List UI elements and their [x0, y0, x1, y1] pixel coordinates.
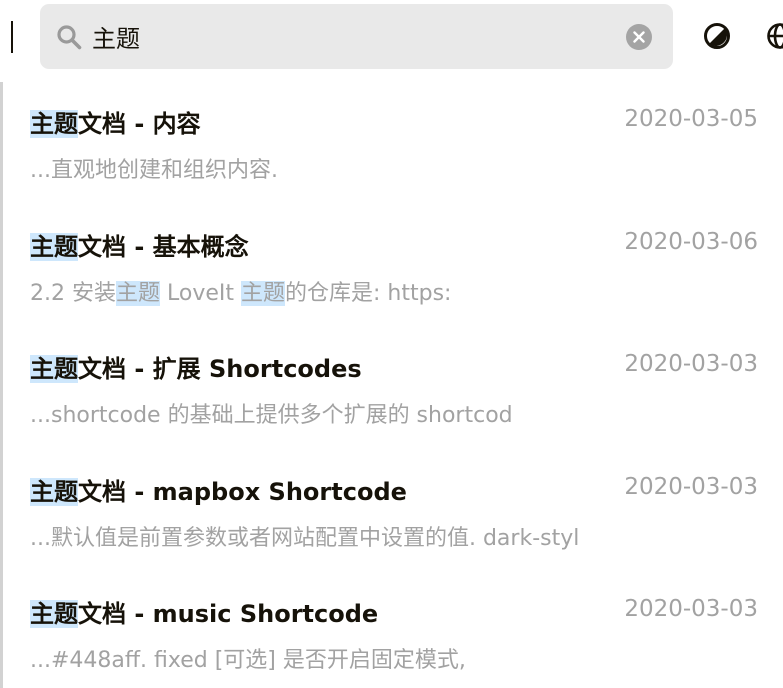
snippet-text: LoveIt: [160, 280, 241, 306]
result-date: 2020-03-03: [624, 596, 758, 622]
result-title: 主题文档 - 内容: [30, 104, 201, 139]
search-results-dropdown: 主题文档 - 内容 2020-03-05 ...直观地创建和组织内容. 主题文档 - …: [0, 82, 783, 688]
title-highlight: 主题: [30, 477, 78, 506]
result-snippet: 2.2 安装主题 LoveIt 主题的仓库是: https:: [30, 275, 451, 307]
snippet-text: ...默认值是前置参数或者网站配置中设置的值. dark-styl: [30, 525, 580, 551]
result-title: 主题文档 - music Shortcode: [30, 594, 378, 629]
title-text: 文档 - 基本概念: [78, 232, 249, 261]
language-button[interactable]: [766, 22, 783, 50]
search-result-item[interactable]: 主题文档 - 内容 2020-03-05 ...直观地创建和组织内容.: [30, 82, 765, 192]
header-bar: [0, 0, 783, 82]
close-icon: [633, 31, 645, 43]
result-title: 主题文档 - mapbox Shortcode: [30, 472, 407, 507]
search-result-item[interactable]: 主题文档 - 基本概念 2020-03-06 2.2 安装主题 LoveIt 主题的…: [30, 205, 765, 315]
search-box[interactable]: [40, 4, 673, 69]
title-text: 文档 - 扩展 Shortcodes: [78, 355, 362, 383]
text-cursor: [11, 21, 13, 53]
snippet-text: 2.2 安装: [30, 280, 116, 306]
result-title: 主题文档 - 基本概念: [30, 227, 249, 262]
title-highlight: 主题: [30, 110, 78, 138]
search-result-item[interactable]: 主题文档 - mapbox Shortcode 2020-03-03 ...默认值是…: [30, 450, 765, 560]
result-snippet: ...shortcode 的基础上提供多个扩展的 shortcod: [30, 397, 513, 429]
theme-toggle-button[interactable]: [703, 22, 731, 50]
snippet-highlight: 主题: [241, 280, 286, 306]
title-highlight: 主题: [30, 600, 78, 628]
result-date: 2020-03-06: [624, 228, 758, 255]
snippet-text: ...shortcode 的基础上提供多个扩展的 shortcod: [30, 403, 513, 428]
snippet-text: ...#448aff. fixed [可选] 是否开启固定模式,: [30, 648, 466, 673]
theme-toggle-icon: [704, 23, 730, 49]
title-text: 文档 - mapbox Shortcode: [78, 477, 407, 506]
search-result-item[interactable]: 主题文档 - 扩展 Shortcodes 2020-03-03 ...shortco…: [30, 327, 765, 437]
result-date: 2020-03-03: [624, 351, 758, 377]
title-text: 文档 - music Shortcode: [78, 600, 379, 628]
snippet-highlight: 主题: [115, 280, 160, 306]
snippet-text: ...直观地创建和组织内容.: [30, 158, 278, 183]
title-highlight: 主题: [30, 232, 78, 261]
search-icon: [56, 24, 82, 50]
clear-search-button[interactable]: [626, 24, 652, 50]
result-snippet: ...直观地创建和组织内容.: [30, 152, 278, 184]
result-snippet: ...默认值是前置参数或者网站配置中设置的值. dark-styl: [30, 520, 579, 552]
globe-icon: [767, 23, 783, 49]
search-input[interactable]: [92, 18, 612, 54]
snippet-text: 的仓库是: https:: [285, 280, 452, 306]
result-title: 主题文档 - 扩展 Shortcodes: [30, 349, 362, 384]
title-highlight: 主题: [30, 355, 78, 383]
search-result-item[interactable]: 主题文档 - music Shortcode 2020-03-03 ...#448a…: [30, 572, 765, 682]
title-text: 文档 - 内容: [78, 110, 201, 138]
result-date: 2020-03-05: [624, 106, 758, 132]
result-date: 2020-03-03: [624, 473, 758, 500]
result-snippet: ...#448aff. fixed [可选] 是否开启固定模式,: [30, 642, 466, 674]
